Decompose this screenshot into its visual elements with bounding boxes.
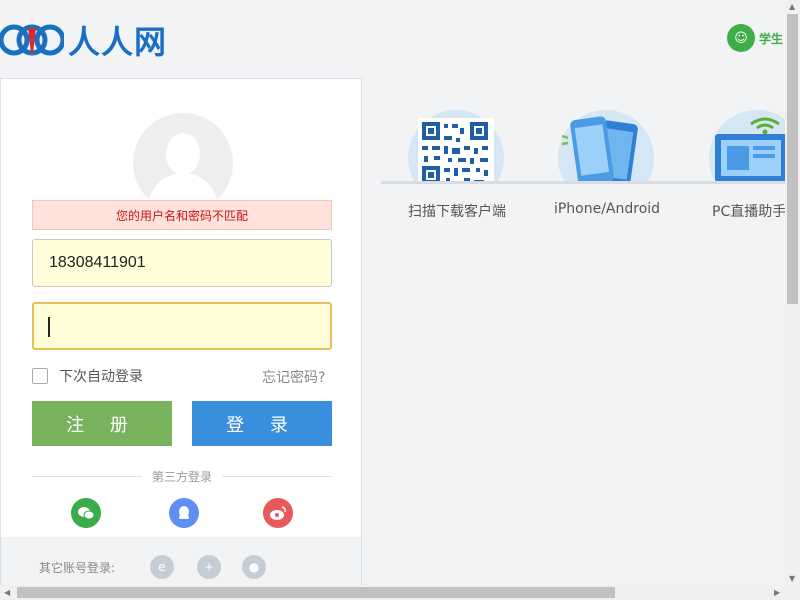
wechat-login-icon[interactable] [71, 498, 101, 528]
register-button[interactable]: 注 册 [32, 401, 172, 446]
renren-logo-icon [0, 24, 64, 56]
vertical-scroll-thumb[interactable] [787, 14, 798, 304]
logo-text: 人人网 [68, 23, 168, 61]
error-message: 您的用户名和密码不匹配 [32, 200, 332, 230]
remember-me[interactable]: 下次自动登录 [32, 366, 143, 386]
divider-right [222, 476, 332, 477]
avatar [133, 113, 233, 213]
site-logo[interactable]: 人人网 [0, 18, 167, 62]
student-label: 学生 [759, 31, 784, 46]
scroll-down-arrow-icon[interactable]: ▼ [789, 574, 795, 583]
third-party-label: 第三方登录 [151, 470, 212, 484]
other-accounts-label: 其它账号登录: [39, 561, 116, 575]
scroll-left-arrow-icon[interactable]: ◀ [4, 588, 10, 597]
student-link[interactable]: ☺ 学生 [727, 24, 783, 52]
remember-checkbox[interactable] [32, 368, 48, 384]
username-input[interactable] [32, 239, 332, 287]
scroll-right-arrow-icon[interactable]: ▶ [774, 588, 780, 597]
avatar-head-shape [166, 133, 200, 175]
other-account-2-icon[interactable]: + [197, 555, 221, 579]
divider-left [32, 476, 142, 477]
app-label-pc[interactable]: PC直播助手 [712, 201, 792, 221]
remember-label: 下次自动登录 [59, 369, 143, 385]
scroll-up-arrow-icon[interactable]: ▲ [789, 2, 795, 11]
shelf-line [381, 181, 785, 184]
qq-login-icon[interactable] [169, 498, 199, 528]
forgot-password-link[interactable]: 忘记密码? [262, 367, 325, 387]
weibo-login-icon[interactable] [263, 498, 293, 528]
student-icon: ☺ [727, 24, 755, 52]
other-account-1-icon[interactable]: e [150, 555, 174, 579]
paw-icon[interactable]: ● [242, 555, 266, 579]
horizontal-scroll-thumb[interactable] [17, 587, 615, 598]
app-label-mobile[interactable]: iPhone/Android [541, 201, 673, 217]
login-panel: 您的用户名和密码不匹配 下次自动登录 忘记密码? 注 册 登 录 第三方登录 其… [0, 78, 362, 588]
app-label-qr[interactable]: 扫描下载客户端 [395, 201, 519, 221]
password-input[interactable] [32, 302, 332, 350]
login-button[interactable]: 登 录 [192, 401, 332, 446]
text-caret [48, 317, 50, 337]
